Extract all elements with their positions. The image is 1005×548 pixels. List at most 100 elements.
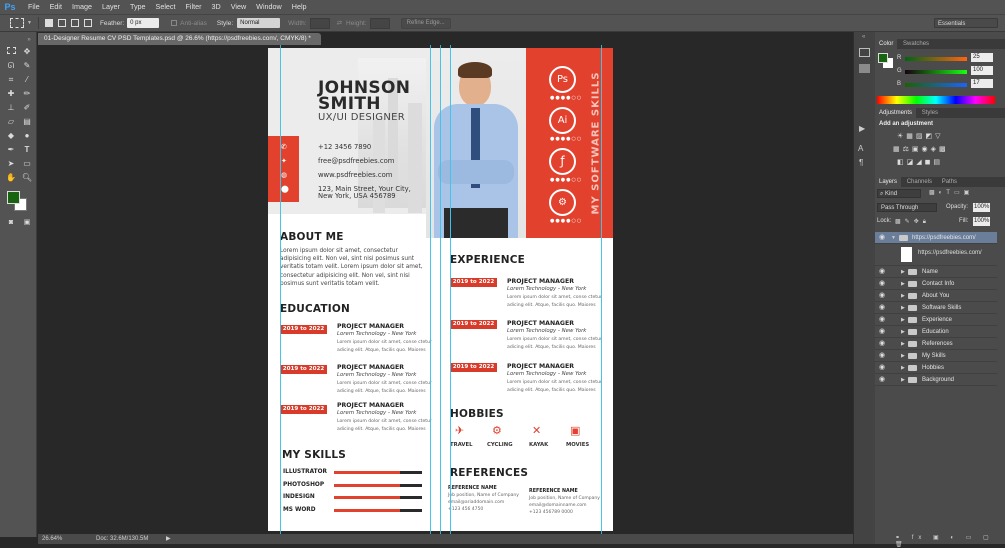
layer-name[interactable]: https://psdfreebies.com/ [912,232,976,244]
antialias-checkbox[interactable] [171,20,178,26]
healing-icon[interactable]: ✚ [4,88,18,100]
new-layer-icon[interactable]: ▢ [983,535,994,541]
pen-icon[interactable]: ✒ [4,144,18,156]
tab-channels[interactable]: Channels [903,177,936,187]
hand-icon[interactable]: ✋ [4,172,18,184]
layer-name[interactable]: Contact Info [922,278,954,290]
chevron-right-icon[interactable]: ▶ [901,290,905,302]
eye-icon[interactable]: ◉ [879,290,887,302]
fill-input[interactable]: 100% [973,217,990,226]
chevron-down-icon[interactable]: ▼ [891,232,896,244]
new-group-icon[interactable]: ▭ [966,535,977,541]
lasso-icon[interactable]: ᘏ [4,60,18,72]
foreground-color-chip[interactable] [878,53,888,63]
chevron-right-icon[interactable]: ▶ [901,278,905,290]
eye-icon[interactable]: ◉ [879,314,887,326]
eye-icon[interactable]: ◉ [879,350,887,362]
blur-icon[interactable]: ◆ [4,130,18,142]
history-panel-icon[interactable] [859,48,870,57]
width-input[interactable] [309,17,330,29]
menu-layer[interactable]: Layer [97,0,125,14]
layer-group-row[interactable]: ◉ ▶ Experience [875,314,997,326]
marquee-icon[interactable] [4,46,18,58]
tab-color[interactable]: Color [875,39,898,49]
layer-group-row[interactable]: ◉ ▶ Hobbies [875,362,997,374]
menu-type[interactable]: Type [125,0,151,14]
layer-group-row[interactable]: ◉ ▶ Name [875,266,997,278]
chevron-right-icon[interactable]: ▶ [901,266,905,278]
adjustment-layer-icon[interactable]: ◐ [950,535,959,541]
new-selection-icon[interactable] [44,19,53,27]
r-value[interactable]: 25 [971,53,993,62]
layer-group-row[interactable]: ◉ ▼ https://psdfreebies.com/ [875,232,997,244]
marquee-tool-preset-icon[interactable] [10,18,24,28]
b-value[interactable]: 17 [971,79,993,88]
subtract-selection-icon[interactable] [70,19,79,27]
style-select[interactable]: Normal [237,18,281,28]
chevron-right-icon[interactable]: ▶ [901,338,905,350]
tab-swatches[interactable]: Swatches [899,39,933,49]
layer-group-row[interactable]: ◉ ▶ Software Skills [875,302,997,314]
add-selection-icon[interactable] [57,19,66,27]
paragraph-panel-icon[interactable]: ¶ [859,158,863,167]
intersect-selection-icon[interactable] [83,19,92,27]
chevron-right-icon[interactable]: ▶ [901,374,905,386]
status-menu-arrow-icon[interactable]: ▶ [166,534,171,544]
layer-name[interactable]: Education [922,326,949,338]
height-input[interactable] [369,17,390,29]
layer-name[interactable]: Background [922,374,954,386]
menu-window[interactable]: Window [251,0,287,14]
screen-mode-icon[interactable]: ▣ [20,217,34,229]
layer-thumbnail-row[interactable]: https://psdfreebies.com/ [875,244,997,266]
menu-image[interactable]: Image [67,0,97,14]
menu-filter[interactable]: Filter [181,0,207,14]
collapse-panels-icon[interactable]: « [862,34,865,40]
eye-icon[interactable]: ◉ [879,302,887,314]
layer-name[interactable]: Software Skills [922,302,961,314]
eye-icon[interactable]: ◉ [879,232,887,244]
eye-icon[interactable]: ◉ [879,338,887,350]
layer-group-row[interactable]: ◉ ▶ Background [875,374,997,386]
layer-name[interactable]: https://psdfreebies.com/ [918,250,982,256]
menu-3d[interactable]: 3D [207,0,226,14]
brush-icon[interactable]: ✏ [20,88,34,100]
layer-group-row[interactable]: ◉ ▶ My Skills [875,350,997,362]
red-slider[interactable] [905,57,967,61]
swap-icon[interactable]: ⇄ [337,19,342,27]
refine-edge-button[interactable]: Refine Edge... [400,17,451,29]
mask-icon[interactable]: ▣ [933,535,944,541]
chevron-right-icon[interactable]: ▶ [901,350,905,362]
chevron-right-icon[interactable]: ▶ [901,362,905,374]
layer-group-row[interactable]: ◉ ▶ References [875,338,997,350]
path-select-icon[interactable]: ➤ [4,158,18,170]
zoom-level[interactable]: 26.64% [42,534,62,544]
stamp-icon[interactable]: ⊥ [4,102,18,114]
move-icon[interactable]: ✥ [20,46,34,58]
layer-name[interactable]: About You [922,290,949,302]
opacity-input[interactable]: 100% [973,203,990,212]
layer-group-row[interactable]: ◉ ▶ Contact Info [875,278,997,290]
feather-input[interactable]: 0 px [127,18,160,28]
blend-mode-select[interactable]: Pass Through [877,203,937,212]
rectangle-icon[interactable]: ▭ [20,158,34,170]
tab-layers[interactable]: Layers [875,177,902,187]
chevron-right-icon[interactable]: ▶ [901,302,905,314]
character-panel-icon[interactable]: A [858,144,863,153]
menu-edit[interactable]: Edit [45,0,67,14]
blue-slider[interactable] [905,83,967,87]
menu-file[interactable]: File [23,0,45,14]
workspace-select[interactable]: Essentials [934,18,998,28]
quick-select-icon[interactable]: ✎ [20,60,34,72]
dodge-icon[interactable]: ● [20,130,34,142]
zoom-icon[interactable]: 🔍︎ [20,172,34,184]
green-slider[interactable] [905,70,967,74]
fx-icon[interactable]: fx [912,535,927,541]
chevron-right-icon[interactable]: ▶ [901,314,905,326]
eye-icon[interactable]: ◉ [879,326,887,338]
layer-group-row[interactable]: ◉ ▶ About You [875,290,997,302]
eye-icon[interactable]: ◉ [879,362,887,374]
tab-adjustments[interactable]: Adjustments [875,108,917,118]
actions-panel-icon[interactable]: ▶ [859,124,865,133]
chevron-down-icon[interactable]: ▼ [27,20,32,26]
document-tab[interactable]: 01-Designer Resume CV PSD Templates.psd … [38,33,321,45]
